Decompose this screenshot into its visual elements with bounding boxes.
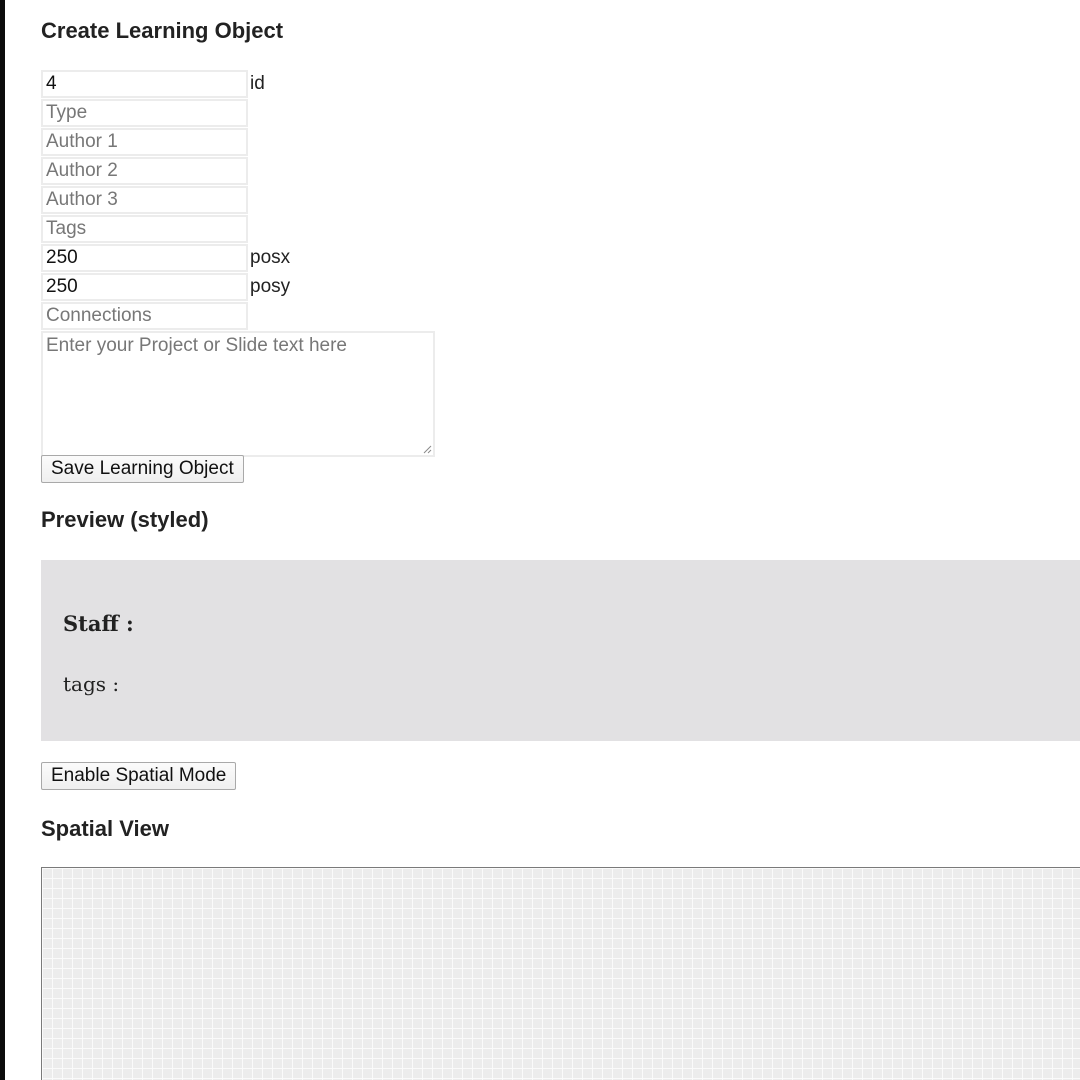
preview-tags-label: tags : — [63, 672, 120, 696]
window-edge — [0, 0, 5, 1080]
field-row-posy: posy — [41, 273, 290, 301]
posx-input[interactable] — [41, 244, 248, 272]
author-3-input[interactable] — [41, 186, 248, 214]
preview-panel: Staff : tags : — [41, 560, 1080, 741]
connections-input[interactable] — [41, 302, 248, 330]
form-title: Create Learning Object — [41, 18, 284, 43]
save-learning-object-button[interactable]: Save Learning Object — [41, 455, 244, 483]
spatial-view-canvas[interactable] — [41, 867, 1080, 1080]
field-row-author-2 — [41, 157, 248, 185]
posx-label: posx — [250, 247, 291, 268]
id-label: id — [250, 73, 265, 94]
spatial-view-title: Spatial View — [41, 816, 169, 841]
field-row-connections — [41, 302, 248, 330]
type-input[interactable] — [41, 99, 248, 127]
preview-staff-label: Staff : — [63, 611, 134, 636]
author-1-input[interactable] — [41, 128, 248, 156]
posy-label: posy — [250, 276, 291, 297]
enable-spatial-mode-button[interactable]: Enable Spatial Mode — [41, 762, 237, 790]
field-row-type — [41, 99, 248, 127]
id-input[interactable] — [41, 70, 248, 98]
field-row-posx: posx — [41, 244, 290, 272]
preview-title: Preview (styled) — [41, 507, 209, 532]
slide-text-textarea[interactable] — [41, 331, 435, 457]
field-row-author-3 — [41, 186, 248, 214]
field-row-id: id — [41, 70, 265, 98]
author-2-input[interactable] — [41, 157, 248, 185]
resize-grip-icon[interactable] — [422, 444, 432, 454]
field-row-tags — [41, 215, 248, 243]
posy-input[interactable] — [41, 273, 248, 301]
field-row-author-1 — [41, 128, 248, 156]
tags-input[interactable] — [41, 215, 248, 243]
text-area-wrapper — [41, 331, 435, 457]
